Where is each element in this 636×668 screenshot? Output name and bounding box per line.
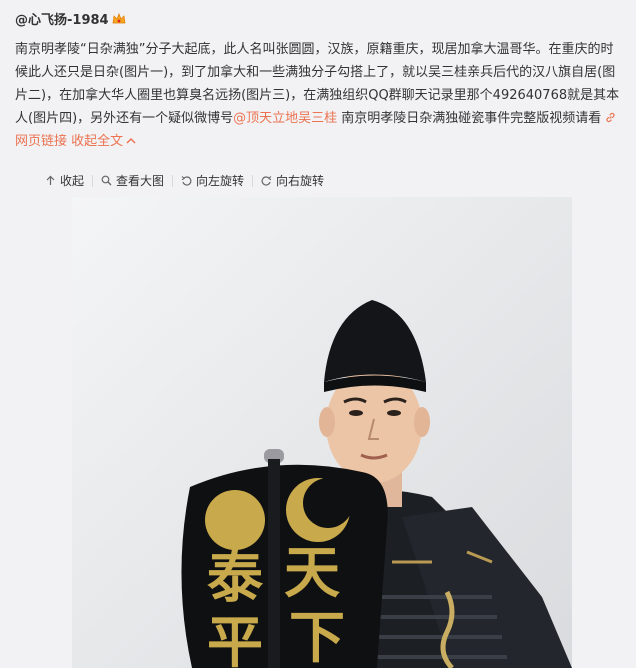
toolbar-divider <box>92 174 94 187</box>
rotate-right-icon <box>261 176 272 186</box>
toolbar-divider <box>172 174 174 187</box>
collapse-fulltext-label: 收起全文 <box>71 134 124 149</box>
image-toolbar: 收起 查看大图 向左旋转 向右旋转 <box>45 172 332 189</box>
collapse-image-button[interactable]: 收起 <box>45 172 92 189</box>
weibo-post: @心飞扬-1984 南京明孝陵“日杂满独”分子大起底，此人名叫张圆圆，汉族，原籍… <box>0 0 636 668</box>
rotate-right-label: 向右旋转 <box>276 174 325 188</box>
mention-link[interactable]: @顶天立地吴三桂 <box>233 111 337 126</box>
post-content: 南京明孝陵“日杂满独”分子大起底，此人名叫张圆圆，汉族，原籍重庆，现居加拿大温哥… <box>15 38 623 153</box>
magnifier-icon <box>101 175 112 186</box>
post-text-after-mention: 南京明孝陵日杂满独碰瓷事件完整版视频请看 <box>337 111 602 126</box>
collapse-image-label: 收起 <box>60 174 85 188</box>
shield-char: 下 <box>289 606 345 668</box>
arrow-up-icon <box>46 175 55 185</box>
link-icon <box>606 112 616 123</box>
collapse-fulltext-link[interactable]: 收起全文 <box>71 134 136 149</box>
shield-char: 天 <box>284 541 340 606</box>
rotate-left-icon <box>181 176 192 186</box>
view-large-label: 查看大图 <box>116 174 165 188</box>
rotate-left-button[interactable]: 向左旋转 <box>181 172 252 189</box>
rotate-left-label: 向左旋转 <box>196 174 245 188</box>
post-photo[interactable]: 天 下 泰 平 <box>72 197 572 668</box>
vip-crown-icon[interactable] <box>112 12 126 25</box>
view-large-button[interactable]: 查看大图 <box>101 172 172 189</box>
toolbar-divider <box>252 174 254 187</box>
chevron-up-icon <box>126 137 136 144</box>
rotate-right-button[interactable]: 向右旋转 <box>261 172 332 189</box>
author-name[interactable]: @心飞扬-1984 <box>15 9 109 28</box>
shield-char: 泰 <box>207 546 264 611</box>
photo-illustration: 天 下 泰 平 <box>72 197 572 668</box>
web-link-label: 网页链接 <box>15 134 68 149</box>
shield-char: 平 <box>207 611 263 668</box>
post-author: @心飞扬-1984 <box>15 9 126 28</box>
